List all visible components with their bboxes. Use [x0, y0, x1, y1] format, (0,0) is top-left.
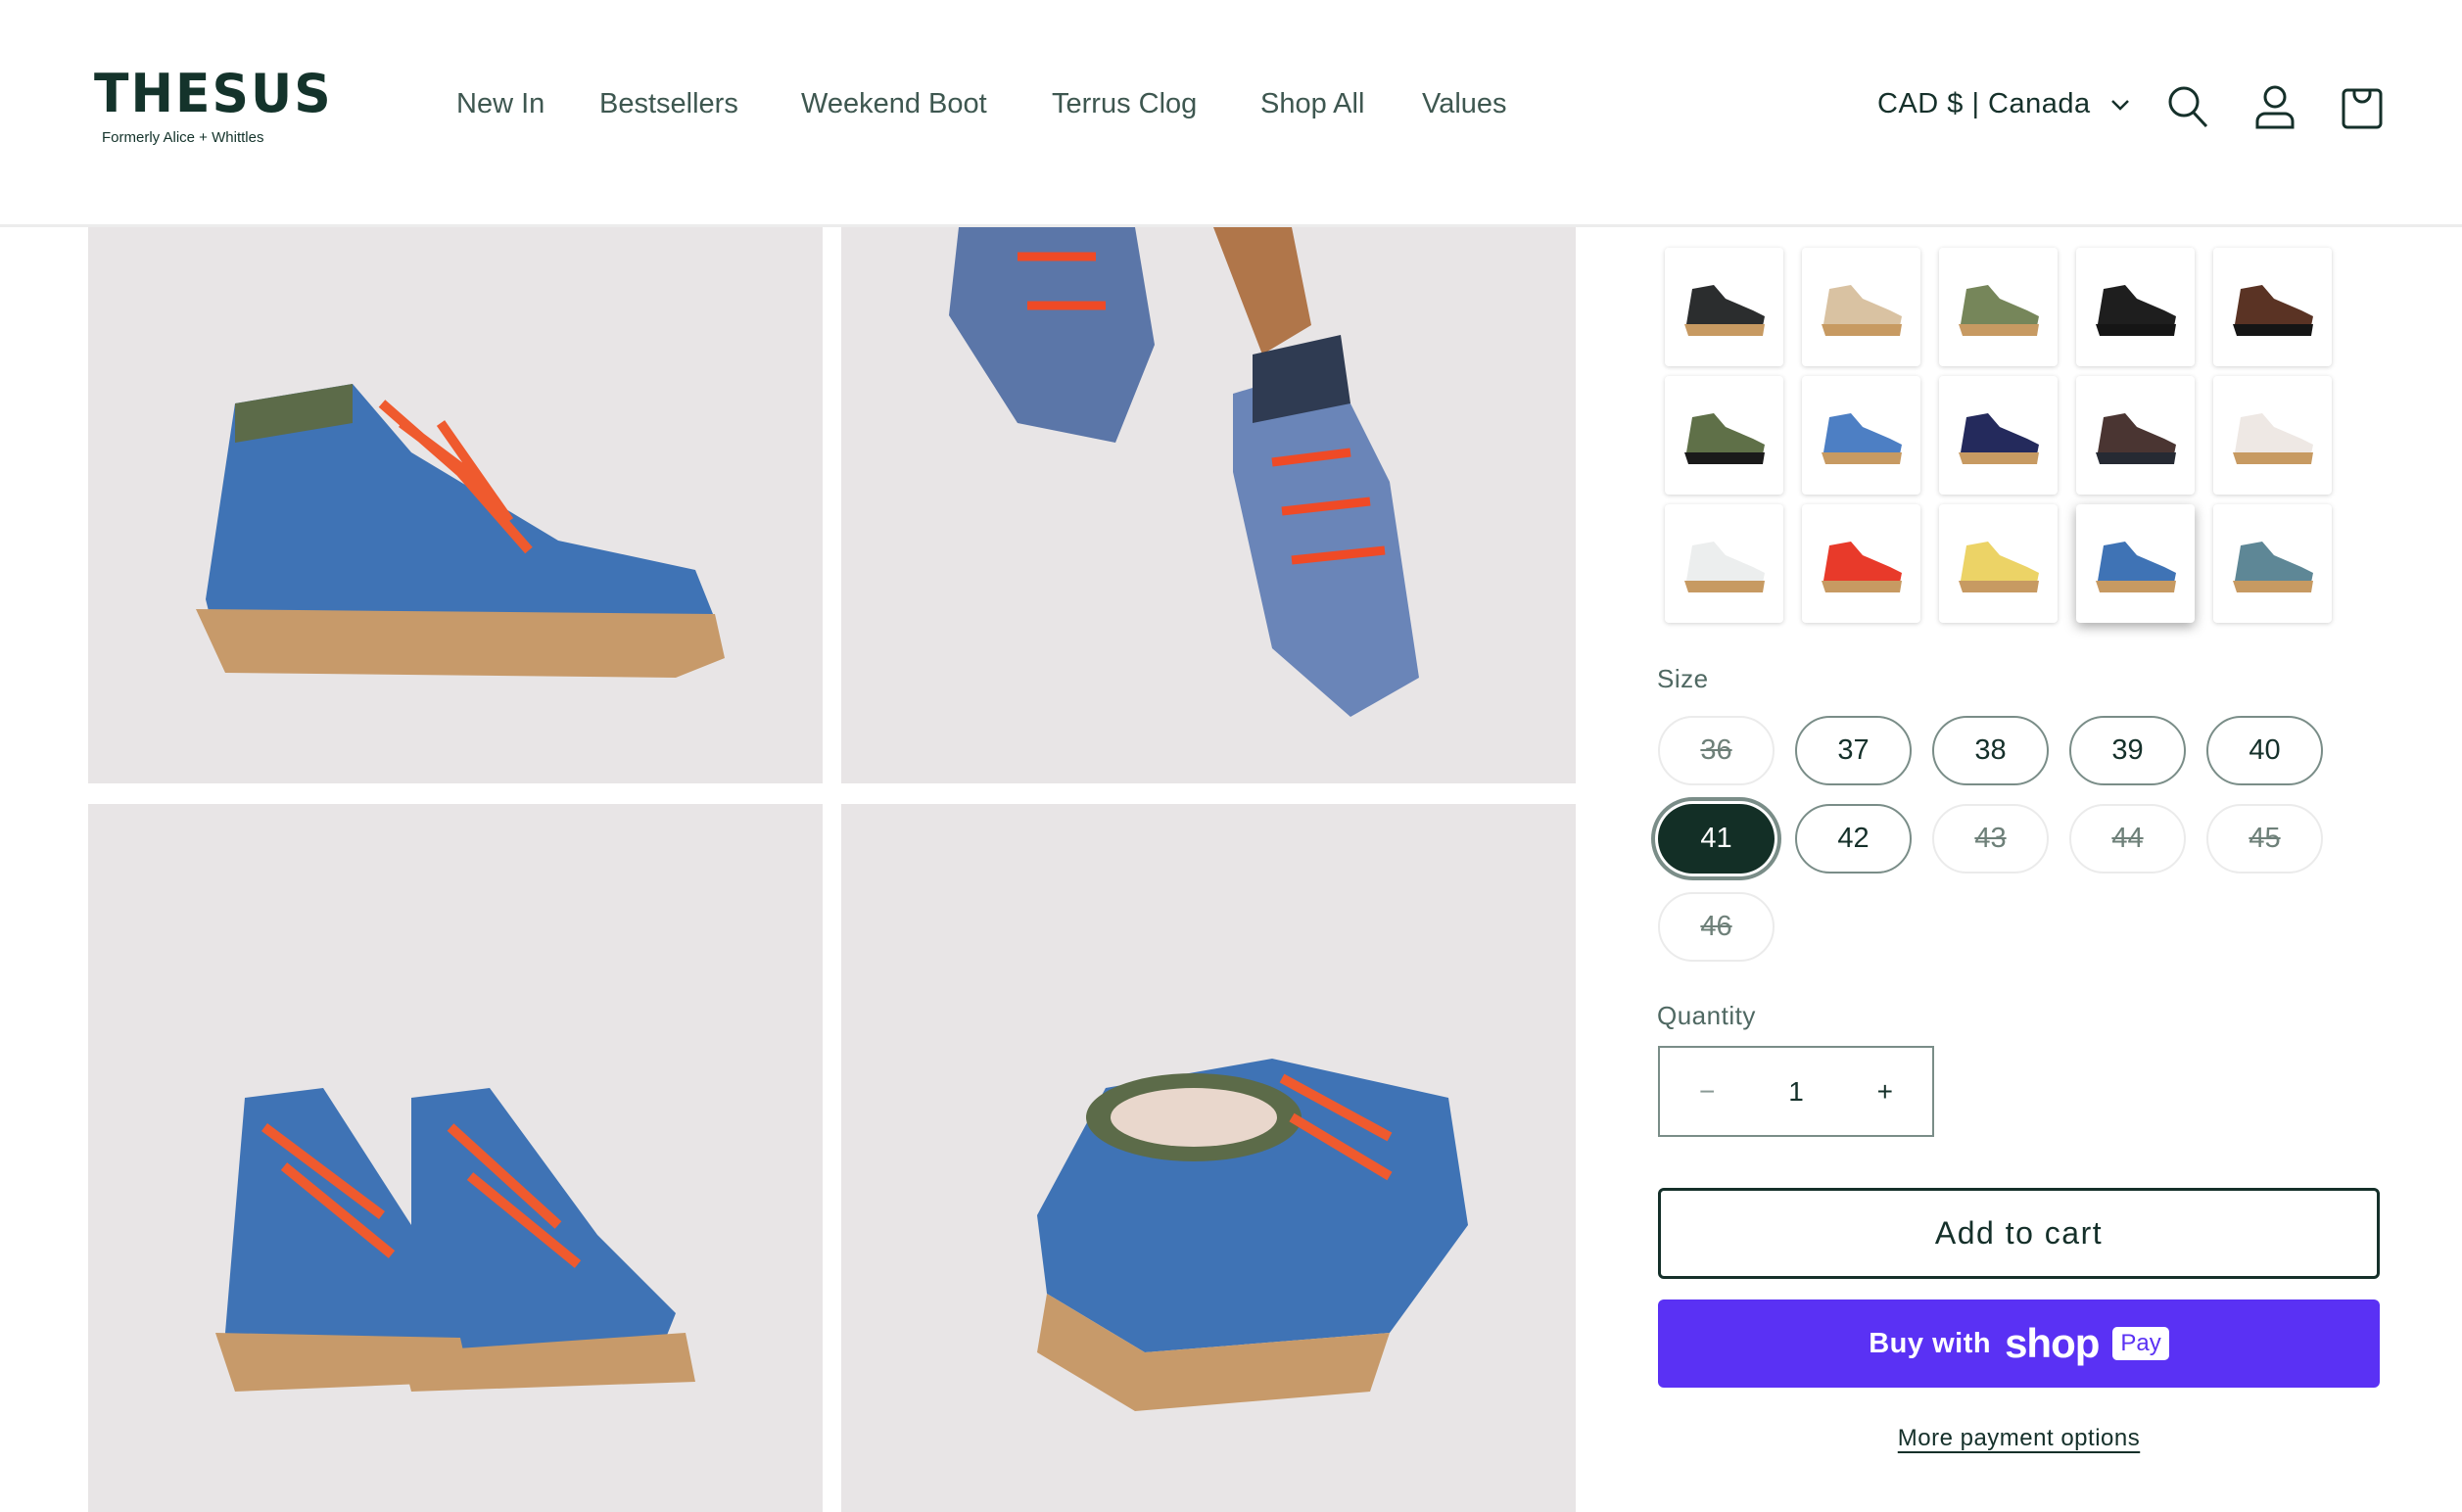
size-option-44[interactable]: 44: [2069, 804, 2186, 874]
boot-thumbnail: [1684, 285, 1765, 336]
size-option-45[interactable]: 45: [2206, 804, 2323, 874]
boot-thumbnail: [2233, 542, 2313, 592]
color-swatch[interactable]: [1665, 504, 1783, 623]
shop-pay-button[interactable]: Buy with shop Pay: [1658, 1299, 2380, 1388]
nav-terrus-clog[interactable]: Terrus Clog: [1052, 88, 1197, 120]
boot-image: [196, 384, 725, 678]
boot-thumbnail: [1822, 413, 1902, 464]
shop-pay-logo: shop: [2005, 1320, 2100, 1366]
boot-thumbnail: [1959, 413, 2039, 464]
color-swatch[interactable]: [2076, 376, 2195, 495]
size-option-37[interactable]: 37: [1795, 716, 1912, 785]
boot-thumbnail: [1684, 542, 1765, 592]
product-image-lifestyle[interactable]: [841, 227, 1576, 783]
color-swatch[interactable]: [2213, 504, 2332, 623]
boot-thumbnail: [2233, 413, 2313, 464]
size-label: Size: [1657, 664, 1709, 693]
increase-quantity-button[interactable]: +: [1877, 1076, 1893, 1108]
size-option-46[interactable]: 46: [1658, 892, 1775, 962]
product-image-pair[interactable]: [88, 804, 823, 1512]
decrease-quantity-button[interactable]: −: [1699, 1076, 1715, 1108]
boot-thumbnail: [1822, 285, 1902, 336]
nav-values[interactable]: Values: [1422, 88, 1507, 120]
size-option-38[interactable]: 38: [1932, 716, 2049, 785]
currency-label: CAD $ | Canada: [1877, 88, 2091, 119]
size-option-42[interactable]: 42: [1795, 804, 1912, 874]
color-swatch[interactable]: [1665, 248, 1783, 366]
boot-thumbnail: [2096, 413, 2176, 464]
quantity-stepper: − 1 +: [1658, 1046, 1934, 1137]
color-swatch[interactable]: [2213, 248, 2332, 366]
boot-thumbnail: [1684, 413, 1765, 464]
pay-badge: Pay: [2112, 1327, 2169, 1360]
size-option-40[interactable]: 40: [2206, 716, 2323, 785]
quantity-input[interactable]: 1: [1788, 1076, 1804, 1108]
color-swatch[interactable]: [1939, 248, 2058, 366]
color-swatch[interactable]: [1939, 376, 2058, 495]
more-payment-options-link[interactable]: More payment options: [1898, 1425, 2140, 1451]
boot-pair-image: [215, 1088, 695, 1392]
currency-selector[interactable]: CAD $ | Canada: [1877, 88, 2130, 120]
color-swatch[interactable]: [1939, 504, 2058, 623]
more-payment-container: More payment options: [1658, 1425, 2380, 1452]
nav-weekend-boot[interactable]: Weekend Boot: [801, 88, 987, 120]
nav-bestsellers[interactable]: Bestsellers: [599, 88, 738, 120]
color-swatch[interactable]: [2076, 248, 2195, 366]
size-option-43[interactable]: 43: [1932, 804, 2049, 874]
logo-wordmark: THESUS: [94, 63, 333, 125]
size-option-36[interactable]: 36: [1658, 716, 1775, 785]
logo[interactable]: THESUS Formerly Alice + Whittles: [94, 63, 333, 147]
product-image-side[interactable]: [88, 227, 823, 783]
boot-thumbnail: [1822, 542, 1902, 592]
search-icon[interactable]: [2166, 84, 2209, 129]
color-swatch[interactable]: [1802, 248, 1920, 366]
add-to-cart-button[interactable]: Add to cart: [1658, 1188, 2380, 1279]
product-image-back[interactable]: [841, 804, 1576, 1512]
color-swatch[interactable]: [2076, 504, 2195, 623]
size-option-41[interactable]: 41: [1651, 797, 1781, 880]
color-swatch[interactable]: [1802, 376, 1920, 495]
color-swatch[interactable]: [1802, 504, 1920, 623]
nav-shop-all[interactable]: Shop All: [1260, 88, 1364, 120]
color-swatch[interactable]: [1665, 376, 1783, 495]
boot-thumbnail: [2096, 285, 2176, 336]
boot-on-feet-image: [949, 227, 1419, 717]
chevron-down-icon: [2110, 99, 2129, 111]
account-icon[interactable]: [2253, 84, 2296, 129]
cart-icon[interactable]: [2341, 84, 2384, 129]
nav-new-in[interactable]: New In: [456, 88, 544, 120]
boot-thumbnail: [1959, 542, 2039, 592]
boot-thumbnail: [2233, 285, 2313, 336]
size-option-39[interactable]: 39: [2069, 716, 2186, 785]
quantity-label: Quantity: [1657, 1001, 1756, 1030]
color-swatch[interactable]: [2213, 376, 2332, 495]
site-header: THESUS Formerly Alice + Whittles New In …: [0, 0, 2462, 227]
boot-thumbnail: [2096, 542, 2176, 592]
boot-thumbnail: [1959, 285, 2039, 336]
buy-with-label: Buy with: [1869, 1327, 1992, 1359]
logo-subtitle: Formerly Alice + Whittles: [102, 129, 264, 146]
boot-back-image: [1037, 1059, 1468, 1411]
